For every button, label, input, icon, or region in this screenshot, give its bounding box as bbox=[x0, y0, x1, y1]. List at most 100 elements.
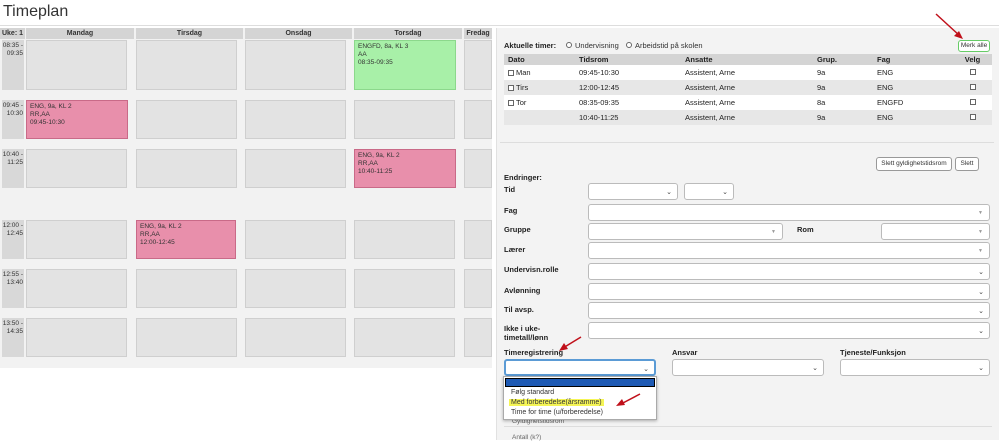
to-avsp-select[interactable]: ⌄ bbox=[588, 302, 990, 319]
radio-worktime[interactable] bbox=[626, 42, 632, 48]
col-header: Ansatte bbox=[681, 54, 813, 65]
service-function-select[interactable]: ⌄ bbox=[840, 359, 990, 376]
chevron-down-icon: ⌄ bbox=[978, 308, 984, 315]
time-from-select[interactable]: ⌄ bbox=[588, 183, 678, 200]
row-tidsrom: 12:00-12:45 bbox=[575, 80, 681, 95]
group-select[interactable]: ▼ bbox=[588, 223, 783, 240]
chevron-down-icon: ⌄ bbox=[643, 366, 649, 373]
divider bbox=[500, 142, 994, 143]
row-select-checkbox[interactable] bbox=[969, 84, 976, 90]
calendar-slot[interactable] bbox=[464, 269, 492, 308]
delete-button[interactable]: Slett bbox=[955, 157, 979, 171]
calendar-slot[interactable] bbox=[245, 269, 346, 308]
event-line: RR,AA bbox=[30, 111, 50, 118]
row-grup: 8a bbox=[813, 95, 873, 110]
chevron-down-icon: ▼ bbox=[978, 210, 983, 216]
dropdown-option[interactable]: Følg standard bbox=[511, 389, 554, 396]
teacher-select[interactable]: ▼ bbox=[588, 242, 990, 259]
row-fag: ENGFD bbox=[873, 95, 953, 110]
dropdown-option-highlighted[interactable]: Med forberedelse(årsramme) bbox=[509, 399, 604, 406]
calendar-slot[interactable] bbox=[26, 318, 127, 357]
teaching-role-select[interactable]: ⌄ bbox=[588, 263, 990, 280]
rom-label: Rom bbox=[797, 225, 814, 234]
pay-label: Avlønning bbox=[504, 286, 541, 295]
current-hours-label: Aktuelle timer: bbox=[504, 41, 557, 50]
calendar-slot[interactable] bbox=[245, 220, 346, 259]
event-line: 08:35-09:35 bbox=[358, 59, 393, 66]
calendar-slot[interactable] bbox=[464, 220, 492, 259]
event-line: 10:40-11:25 bbox=[358, 168, 393, 175]
radio-teaching[interactable] bbox=[566, 42, 572, 48]
event-line: 12:00-12:45 bbox=[140, 239, 175, 246]
calendar-slot[interactable] bbox=[464, 40, 492, 90]
room-select[interactable]: ▼ bbox=[881, 223, 990, 240]
calendar-slot[interactable] bbox=[136, 40, 237, 90]
time-slot-label: 12:55 - 13:40 bbox=[2, 269, 24, 308]
calendar-slot[interactable] bbox=[245, 40, 346, 90]
chevron-down-icon: ⌄ bbox=[978, 365, 984, 372]
col-header: Fag bbox=[873, 54, 953, 65]
dropdown-option[interactable]: Time for time (u/forberedelse) bbox=[511, 409, 603, 416]
col-header: Tidsrom bbox=[575, 54, 681, 65]
calendar-slot[interactable] bbox=[136, 269, 237, 308]
event-line: RR,AA bbox=[358, 160, 378, 167]
row-ansatte: Assistent, Arne bbox=[681, 65, 813, 80]
time-registration-select[interactable]: ⌄ bbox=[504, 359, 656, 376]
time-slot-label: 08:35 - 09:35 bbox=[2, 40, 24, 90]
day-header-tuesday: Tirsdag bbox=[136, 28, 243, 39]
table-row: Man 09:45-10:30 Assistent, Arne 9a ENG bbox=[504, 65, 992, 80]
annotation-arrow-icon bbox=[559, 336, 582, 351]
radio-teaching-label: Undervisning bbox=[575, 41, 619, 50]
dropdown-option-empty-selected[interactable] bbox=[505, 378, 655, 387]
calendar-slot[interactable] bbox=[26, 40, 127, 90]
calendar-event[interactable]: ENG, 9a, KL 2 RR,AA 12:00-12:45 bbox=[136, 220, 236, 259]
calendar-slot[interactable] bbox=[245, 149, 346, 188]
chevron-down-icon: ▼ bbox=[771, 229, 776, 235]
calendar-slot[interactable] bbox=[354, 318, 455, 357]
to-avsp-label: Til avsp. bbox=[504, 305, 534, 314]
delete-validity-range-button[interactable]: Slett gyldighetstidsrom bbox=[876, 157, 952, 171]
event-line: ENG, 9a, KL 2 bbox=[30, 103, 72, 110]
row-fag: ENG bbox=[873, 65, 953, 80]
row-tidsrom: 10:40-11:25 bbox=[575, 110, 681, 125]
day-header-monday: Mandag bbox=[26, 28, 134, 39]
calendar-slot[interactable] bbox=[136, 318, 237, 357]
subject-select[interactable]: ▼ bbox=[588, 204, 990, 221]
calendar-slot[interactable] bbox=[464, 100, 492, 139]
row-day-checkbox[interactable] bbox=[508, 70, 514, 77]
calendar-slot[interactable] bbox=[26, 149, 127, 188]
calendar-slot[interactable] bbox=[245, 318, 346, 357]
teacher-label: Lærer bbox=[504, 245, 526, 254]
fag-label: Fag bbox=[504, 206, 518, 215]
calendar-slot[interactable] bbox=[464, 149, 492, 188]
time-slot-label: 09:45 - 10:30 bbox=[2, 100, 24, 139]
calendar-event[interactable]: ENG, 9a, KL 2 RR,AA 09:45-10:30 bbox=[26, 100, 128, 139]
row-select-checkbox[interactable] bbox=[969, 69, 976, 75]
calendar-slot[interactable] bbox=[136, 100, 237, 139]
event-line: 09:45-10:30 bbox=[30, 119, 65, 126]
calendar-event[interactable]: ENG, 9a, KL 2 RR,AA 10:40-11:25 bbox=[354, 149, 456, 188]
row-fag: ENG bbox=[873, 110, 953, 125]
table-row: Tor 08:35-09:35 Assistent, Arne 8a ENGFD bbox=[504, 95, 992, 110]
calendar-slot[interactable] bbox=[136, 149, 237, 188]
calendar-event[interactable]: ENGFD, 8a, KL 3 AA 08:35-09:35 bbox=[354, 40, 456, 90]
calendar-slot[interactable] bbox=[245, 100, 346, 139]
row-day-checkbox[interactable] bbox=[508, 85, 514, 92]
responsibility-select[interactable]: ⌄ bbox=[672, 359, 824, 376]
not-in-week-select[interactable]: ⌄ bbox=[588, 322, 990, 339]
row-select-checkbox[interactable] bbox=[969, 99, 976, 105]
calendar-slot[interactable] bbox=[26, 220, 127, 259]
row-select-checkbox[interactable] bbox=[969, 114, 976, 120]
annotation-arrow-icon bbox=[935, 13, 963, 39]
calendar-slot[interactable] bbox=[354, 220, 455, 259]
row-ansatte: Assistent, Arne bbox=[681, 110, 813, 125]
calendar-slot[interactable] bbox=[354, 100, 455, 139]
row-fag: ENG bbox=[873, 80, 953, 95]
pay-select[interactable]: ⌄ bbox=[588, 283, 990, 300]
calendar-slot[interactable] bbox=[464, 318, 492, 357]
time-to-select[interactable]: ⌄ bbox=[684, 183, 734, 200]
calendar-slot[interactable] bbox=[26, 269, 127, 308]
calendar-slot[interactable] bbox=[354, 269, 455, 308]
row-dato: Tor bbox=[516, 98, 527, 107]
row-day-checkbox[interactable] bbox=[508, 100, 514, 107]
